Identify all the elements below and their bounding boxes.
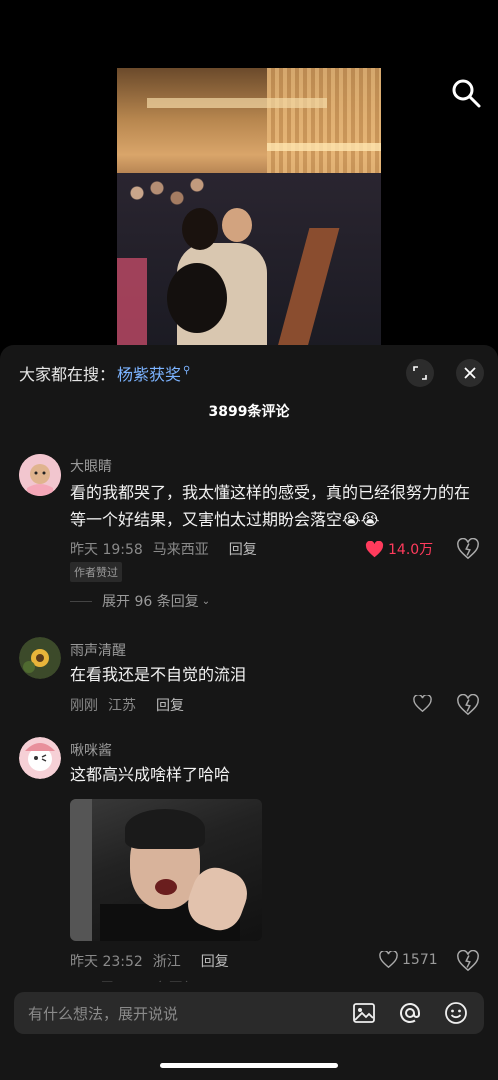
divider-line xyxy=(70,600,92,602)
like-button[interactable] xyxy=(413,695,432,712)
video-figure xyxy=(182,208,218,250)
reply-button[interactable]: 回复 xyxy=(229,539,257,559)
avatar[interactable] xyxy=(19,637,61,679)
comment-sheet: 大家都在搜： 杨紫获奖 ⚲ 3899条评论 大眼睛 看的我都哭了，我太懂这样的感… xyxy=(0,345,498,1080)
heart-outline-icon xyxy=(413,695,432,712)
comment-username[interactable]: 雨声清醒 xyxy=(70,640,126,660)
expand-icon xyxy=(413,366,427,380)
avatar-image xyxy=(19,737,61,779)
dislike-icon[interactable] xyxy=(457,950,479,972)
avatar-image xyxy=(19,637,61,679)
comment-input-placeholder: 有什么想法，展开说说 xyxy=(28,1005,179,1023)
dislike-icon[interactable] xyxy=(457,538,479,560)
video-figure xyxy=(117,258,147,358)
like-button[interactable]: 1571 xyxy=(379,951,438,968)
video-player[interactable] xyxy=(117,68,381,358)
reply-button[interactable]: 回复 xyxy=(156,695,184,715)
image-hair xyxy=(125,809,205,849)
video-light xyxy=(267,143,381,151)
comment-meta: 昨天 19:58 马来西亚 回复 xyxy=(70,539,257,559)
fullscreen-button[interactable] xyxy=(406,359,434,387)
comment-username[interactable]: 啾咪酱 xyxy=(70,740,112,760)
small-search-icon: ⚲ xyxy=(183,364,191,376)
expand-replies-label: 展开 96 条回复 xyxy=(102,594,199,610)
heart-filled-icon xyxy=(365,540,384,557)
heart-outline-icon xyxy=(379,951,398,968)
comment-meta: 昨天 23:52 浙江 回复 xyxy=(70,951,229,971)
like-count: 1571 xyxy=(402,951,438,968)
close-button[interactable] xyxy=(456,359,484,387)
video-light xyxy=(147,98,327,108)
like-button[interactable]: 14.0万 xyxy=(365,539,433,559)
comment-time: 昨天 23:52 xyxy=(70,954,143,970)
image-figure xyxy=(70,799,92,941)
comment-meta: 刚刚 江苏 回复 xyxy=(70,695,184,715)
comment-text: 在看我还是不自觉的流泪 xyxy=(70,665,247,684)
video-figure xyxy=(222,208,252,242)
avatar-image xyxy=(19,454,61,496)
dislike-icon[interactable] xyxy=(457,694,479,716)
comment-input[interactable]: 有什么想法，展开说说 xyxy=(14,992,484,1034)
image-mouth xyxy=(155,879,177,895)
comment-time: 刚刚 xyxy=(70,698,98,714)
comment-location: 浙江 xyxy=(152,954,181,970)
image-picker-icon[interactable] xyxy=(352,1001,376,1025)
home-indicator[interactable] xyxy=(160,1063,338,1068)
comment-text: 这都高兴成啥样了哈哈 xyxy=(70,765,231,784)
emoji-icon[interactable] xyxy=(444,1001,468,1025)
close-icon xyxy=(464,367,476,379)
comment-count: 3899条评论 xyxy=(208,404,290,420)
comment-text: 看的我都哭了，我太懂这样的感受，真的已经很努力的在等一个好结果，又害怕太过期盼会… xyxy=(70,483,471,529)
mention-icon[interactable] xyxy=(398,1001,422,1025)
avatar[interactable] xyxy=(19,454,61,496)
comment-location: 马来西亚 xyxy=(152,542,209,558)
video-figure xyxy=(167,263,227,333)
avatar[interactable] xyxy=(19,737,61,779)
comment-time: 昨天 19:58 xyxy=(70,542,143,558)
comment-location: 江苏 xyxy=(108,698,136,714)
author-liked-tag: 作者赞过 xyxy=(70,562,122,582)
like-count: 14.0万 xyxy=(388,542,434,558)
comment-username[interactable]: 大眼睛 xyxy=(70,456,112,476)
video-curtain xyxy=(267,68,381,188)
chevron-down-icon: ⌄ xyxy=(201,595,211,607)
trending-search[interactable]: 大家都在搜： 杨紫获奖 ⚲ xyxy=(19,361,190,385)
search-icon[interactable] xyxy=(449,76,483,110)
comment-image[interactable] xyxy=(70,799,262,941)
trending-search-keyword[interactable]: 杨紫获奖 xyxy=(117,361,181,385)
expand-replies-button[interactable]: 展开 96 条回复 ⌄ xyxy=(70,591,210,611)
trending-search-prefix: 大家都在搜： xyxy=(19,365,116,384)
reply-button[interactable]: 回复 xyxy=(201,951,229,971)
